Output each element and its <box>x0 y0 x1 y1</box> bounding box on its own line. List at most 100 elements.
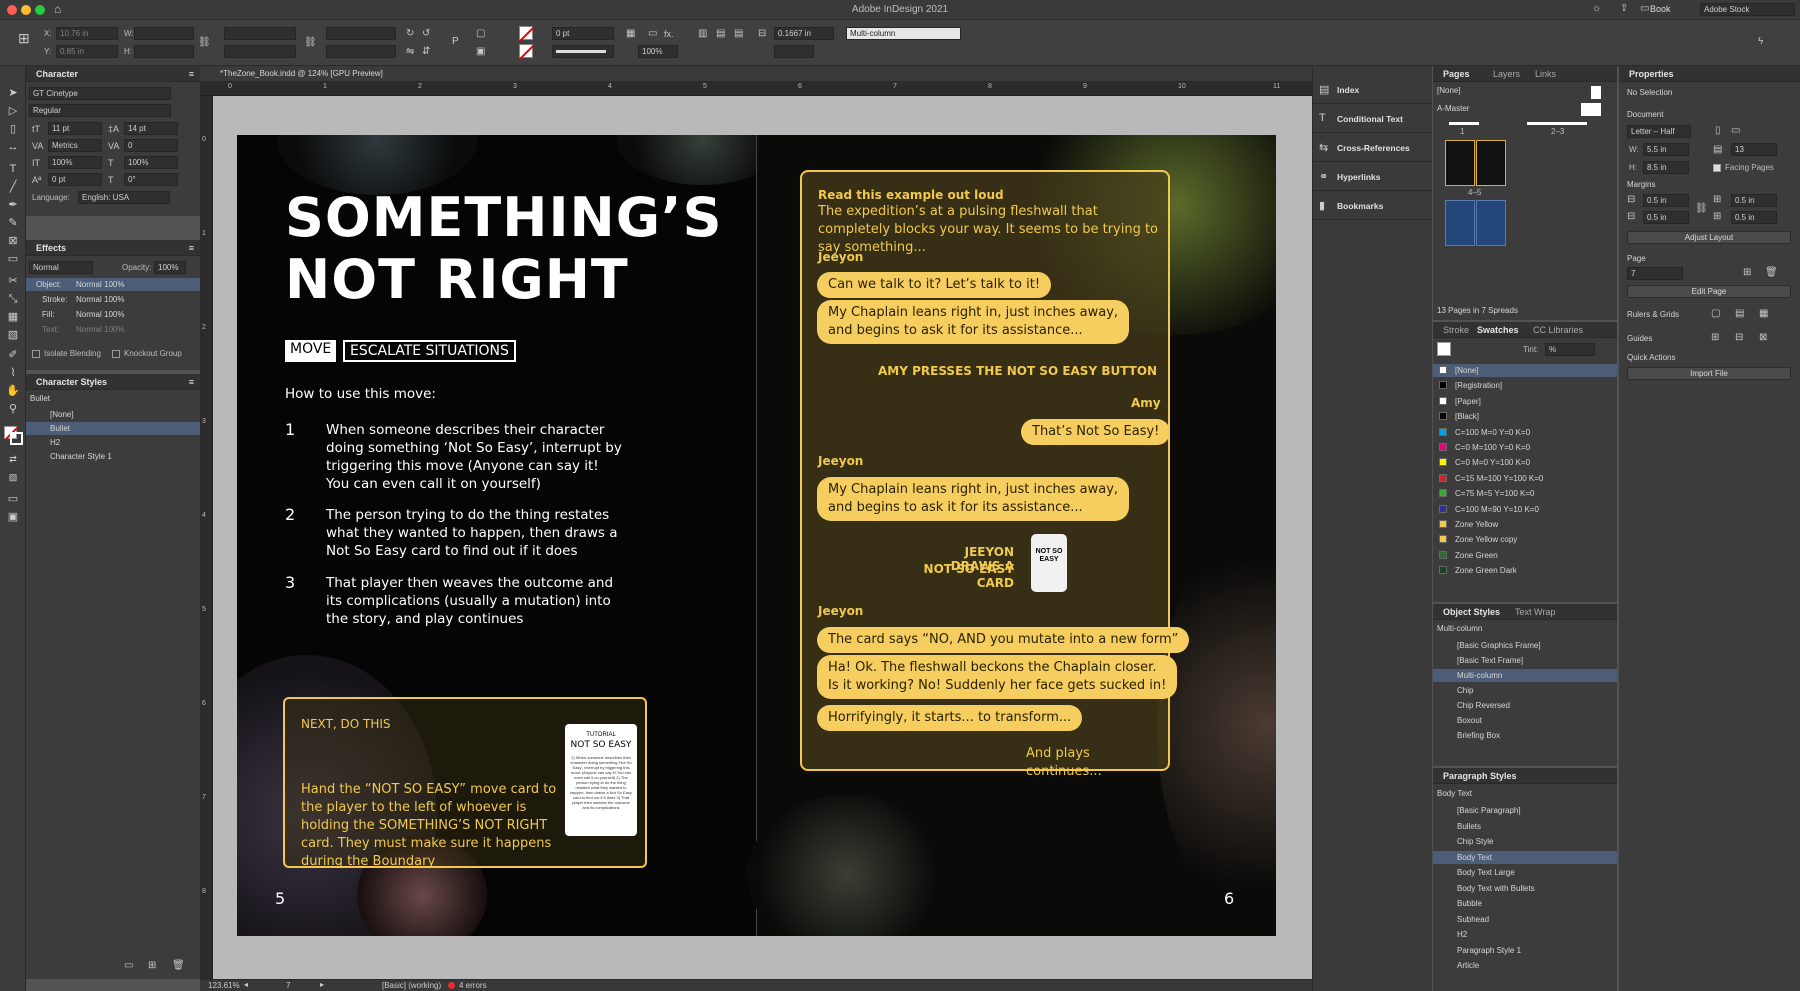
tint-field[interactable]: % <box>1545 343 1595 356</box>
scissors-tool-icon[interactable]: ✂ <box>5 274 21 288</box>
paragraph-style-item[interactable]: Paragraph Style 1 <box>1433 944 1617 957</box>
swatch-item[interactable]: [Black] <box>1433 410 1617 423</box>
fill-swatch-icon[interactable] <box>1437 342 1451 356</box>
bookmarks-panel-tab[interactable]: ▮ Bookmarks <box>1313 192 1432 220</box>
char-style-item[interactable]: Bullet <box>26 422 200 435</box>
pen-tool-icon[interactable]: ✒ <box>5 198 21 212</box>
align-top-icon[interactable]: ▤ <box>716 28 725 40</box>
rectangle-tool-icon[interactable]: ▭ <box>5 252 21 266</box>
object-style-item[interactable]: Briefing Box <box>1433 729 1617 742</box>
arrange-icon[interactable]: ▭ <box>1640 3 1649 15</box>
swatch-item[interactable]: C=0 M=0 Y=100 K=0 <box>1433 456 1617 469</box>
page-tool-icon[interactable]: ▯ <box>5 122 21 136</box>
doc-width-field[interactable]: 5.5 in <box>1643 143 1689 156</box>
stock-search-input[interactable]: Adobe Stock <box>1700 3 1795 16</box>
tab-links[interactable]: Links <box>1535 69 1556 79</box>
master-thumbnail[interactable] <box>1591 103 1601 116</box>
effects-fx-icon[interactable]: fx. <box>664 28 674 40</box>
gap-tool-icon[interactable]: ↔ <box>5 140 21 154</box>
new-group-icon[interactable]: ▭ <box>124 960 133 972</box>
blend-mode-select[interactable]: Normal <box>29 261 93 274</box>
line-tool-icon[interactable]: ╱ <box>5 180 21 194</box>
stroke-swatch[interactable] <box>519 44 535 60</box>
paragraph-style-item[interactable]: Bullets <box>1433 820 1617 833</box>
index-panel-tab[interactable]: ▤ Index <box>1313 76 1432 104</box>
swap-colors-icon[interactable]: ⇄ <box>5 452 21 466</box>
effects-row-stroke[interactable]: Stroke: Normal 100% <box>26 293 200 306</box>
opacity-field[interactable]: 100% <box>154 261 186 274</box>
lightbulb-icon[interactable]: ☼ <box>1592 3 1601 15</box>
shear-field[interactable] <box>326 45 396 58</box>
margin-top-field[interactable]: 0.5 in <box>1643 194 1689 207</box>
char-style-item[interactable]: H2 <box>26 436 200 449</box>
swatch-item[interactable]: Zone Yellow <box>1433 518 1617 531</box>
effects-row-text[interactable]: Text: Normal 100% <box>26 323 200 336</box>
vertical-ruler[interactable]: 0 1 2 3 4 5 6 7 8 <box>200 96 213 979</box>
swatch-item[interactable]: [Paper] <box>1433 395 1617 408</box>
lock-guides-icon[interactable]: ⊠ <box>1759 332 1767 344</box>
font-style-select[interactable]: Regular <box>29 104 171 117</box>
skew-field[interactable]: 0° <box>124 173 178 186</box>
gradient-tool-icon[interactable]: ▦ <box>5 310 21 324</box>
baseline-shift-field[interactable]: 0 pt <box>48 173 102 186</box>
font-size-field[interactable]: 11 pt <box>48 122 102 135</box>
page-spread[interactable]: SOMETHING’S NOT RIGHT MOVE ESCALATE SITU… <box>237 135 1276 936</box>
smart-guides-icon[interactable]: ⊟ <box>1735 332 1743 344</box>
workspace-switcher[interactable]: Book <box>1650 4 1671 14</box>
swatch-item[interactable]: Zone Green <box>1433 549 1617 562</box>
share-icon[interactable]: ⇪ <box>1620 3 1628 15</box>
scale-x-field[interactable] <box>224 27 296 40</box>
conditional-text-panel-tab[interactable]: T Conditional Text <box>1313 105 1432 133</box>
eyedropper-tool-icon[interactable]: ⌇ <box>5 366 21 380</box>
guides-icon[interactable]: ⊞ <box>1711 332 1719 344</box>
text-columns-icon[interactable]: ▥ <box>698 28 707 40</box>
panel-menu-icon[interactable]: ≡ <box>189 243 194 253</box>
leading-field[interactable]: 14 pt <box>124 122 178 135</box>
swatch-item[interactable]: Zone Green Dark <box>1433 564 1617 577</box>
landscape-icon[interactable]: ▭ <box>1731 125 1740 137</box>
master-thumbnail[interactable] <box>1581 103 1591 116</box>
free-transform-tool-icon[interactable]: ⤡ <box>5 292 21 306</box>
left-page[interactable]: SOMETHING’S NOT RIGHT MOVE ESCALATE SITU… <box>237 135 787 936</box>
rotate-field[interactable] <box>326 27 396 40</box>
cross-references-panel-tab[interactable]: ⇆ Cross-References <box>1313 134 1432 162</box>
rotate-ccw-icon[interactable]: ↺ <box>422 28 430 40</box>
swatch-item[interactable]: Zone Yellow copy <box>1433 533 1617 546</box>
object-style-item[interactable]: Boxout <box>1433 714 1617 727</box>
opacity-field[interactable]: 100% <box>638 45 678 58</box>
next-do-this-box[interactable]: NEXT, DO THIS Hand the “NOT SO EASY” mov… <box>283 697 647 869</box>
prev-page-icon[interactable]: ◂ <box>244 980 248 989</box>
vertical-scale-field[interactable]: 100% <box>48 156 102 169</box>
flip-h-icon[interactable]: ⇋ <box>406 46 414 58</box>
flip-v-icon[interactable]: ⇵ <box>422 46 430 58</box>
stroke-type-select[interactable] <box>552 45 614 58</box>
next-page-icon[interactable]: ▸ <box>320 980 324 989</box>
swatch-item[interactable]: C=0 M=100 Y=0 K=0 <box>1433 441 1617 454</box>
gradient-feather-tool-icon[interactable]: ▧ <box>5 328 21 342</box>
portrait-icon[interactable]: ▯ <box>1715 125 1721 137</box>
rectangle-frame-tool-icon[interactable]: ⊠ <box>5 234 21 248</box>
ruler-icon[interactable]: ▢ <box>1711 308 1720 320</box>
example-box[interactable]: Read this example out loud The expeditio… <box>800 170 1190 779</box>
flip-icon[interactable]: P <box>452 36 459 48</box>
preview-mode-icon[interactable]: ▣ <box>5 510 21 524</box>
select-content-icon[interactable]: ▣ <box>476 46 485 58</box>
master-thumbnail[interactable] <box>1591 86 1601 99</box>
adjust-layout-button[interactable]: Adjust Layout <box>1627 231 1791 244</box>
selection-tool-icon[interactable]: ➤ <box>5 86 21 100</box>
h-field[interactable] <box>134 45 194 58</box>
none-master[interactable]: [None] <box>1433 84 1617 97</box>
tab-cc-libraries[interactable]: CC Libraries <box>1533 325 1583 335</box>
import-file-button[interactable]: Import File <box>1627 367 1791 380</box>
page-thumbnail[interactable] <box>1527 122 1587 125</box>
delete-page-icon[interactable]: 🗑 <box>1765 267 1778 279</box>
columns-field[interactable] <box>774 45 814 58</box>
swatch-item[interactable]: C=100 M=0 Y=0 K=0 <box>1433 426 1617 439</box>
page-size-select[interactable]: Letter – Half <box>1627 125 1691 138</box>
margin-bottom-field[interactable]: 0.5 in <box>1643 211 1689 224</box>
tab-swatches[interactable]: Swatches <box>1477 325 1519 335</box>
knockout-group-checkbox[interactable] <box>112 350 120 358</box>
paragraph-style-item[interactable]: H2 <box>1433 928 1617 941</box>
kerning-field[interactable]: Metrics <box>48 139 102 152</box>
object-style-item[interactable]: Chip Reversed <box>1433 699 1617 712</box>
